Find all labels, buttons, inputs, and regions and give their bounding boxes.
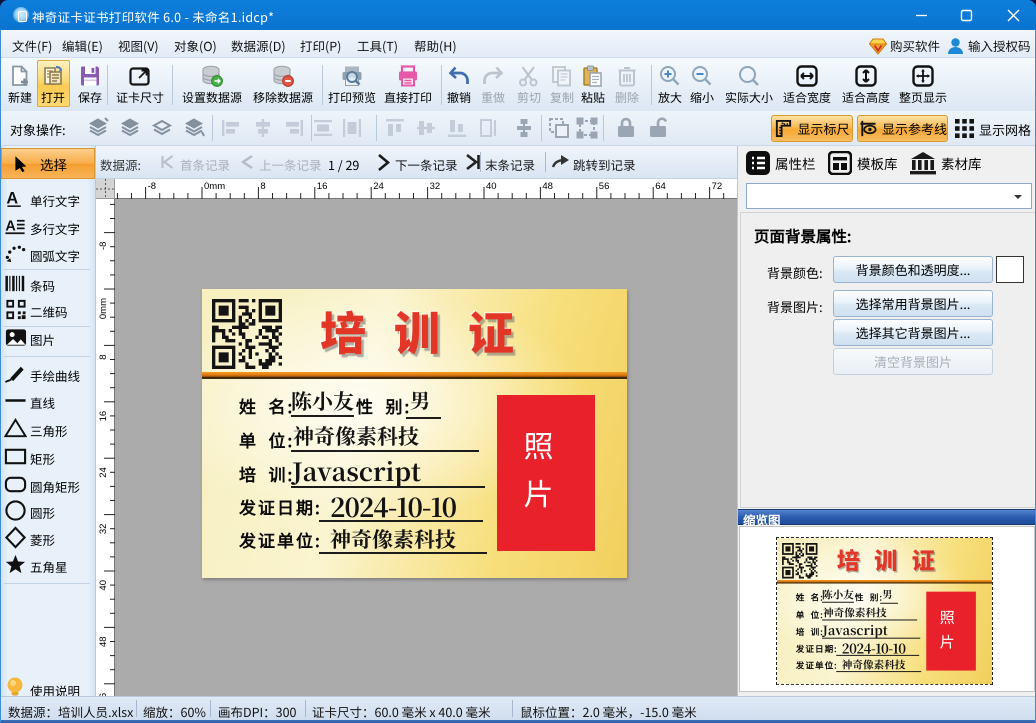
- svg-text:8: 8: [98, 354, 109, 359]
- svg-text:16: 16: [98, 411, 109, 422]
- svg-text:0mm: 0mm: [204, 181, 225, 192]
- svg-text:24: 24: [373, 181, 384, 192]
- svg-text:8: 8: [260, 181, 265, 192]
- svg-text:0mm: 0mm: [98, 298, 109, 319]
- svg-text:24: 24: [98, 467, 109, 478]
- svg-text:64: 64: [655, 181, 666, 192]
- svg-text:-8: -8: [148, 181, 156, 192]
- svg-text:A: A: [5, 218, 15, 234]
- svg-text:16: 16: [317, 181, 328, 192]
- svg-text:32: 32: [98, 524, 109, 535]
- svg-text:40: 40: [486, 181, 497, 192]
- svg-text:48: 48: [98, 636, 109, 647]
- svg-text:72: 72: [712, 181, 723, 192]
- svg-text:A: A: [6, 189, 18, 207]
- svg-text:-8: -8: [98, 242, 109, 250]
- svg-text:32: 32: [430, 181, 441, 192]
- svg-text:48: 48: [542, 181, 553, 192]
- svg-text:40: 40: [98, 580, 109, 591]
- svg-text:56: 56: [599, 181, 610, 192]
